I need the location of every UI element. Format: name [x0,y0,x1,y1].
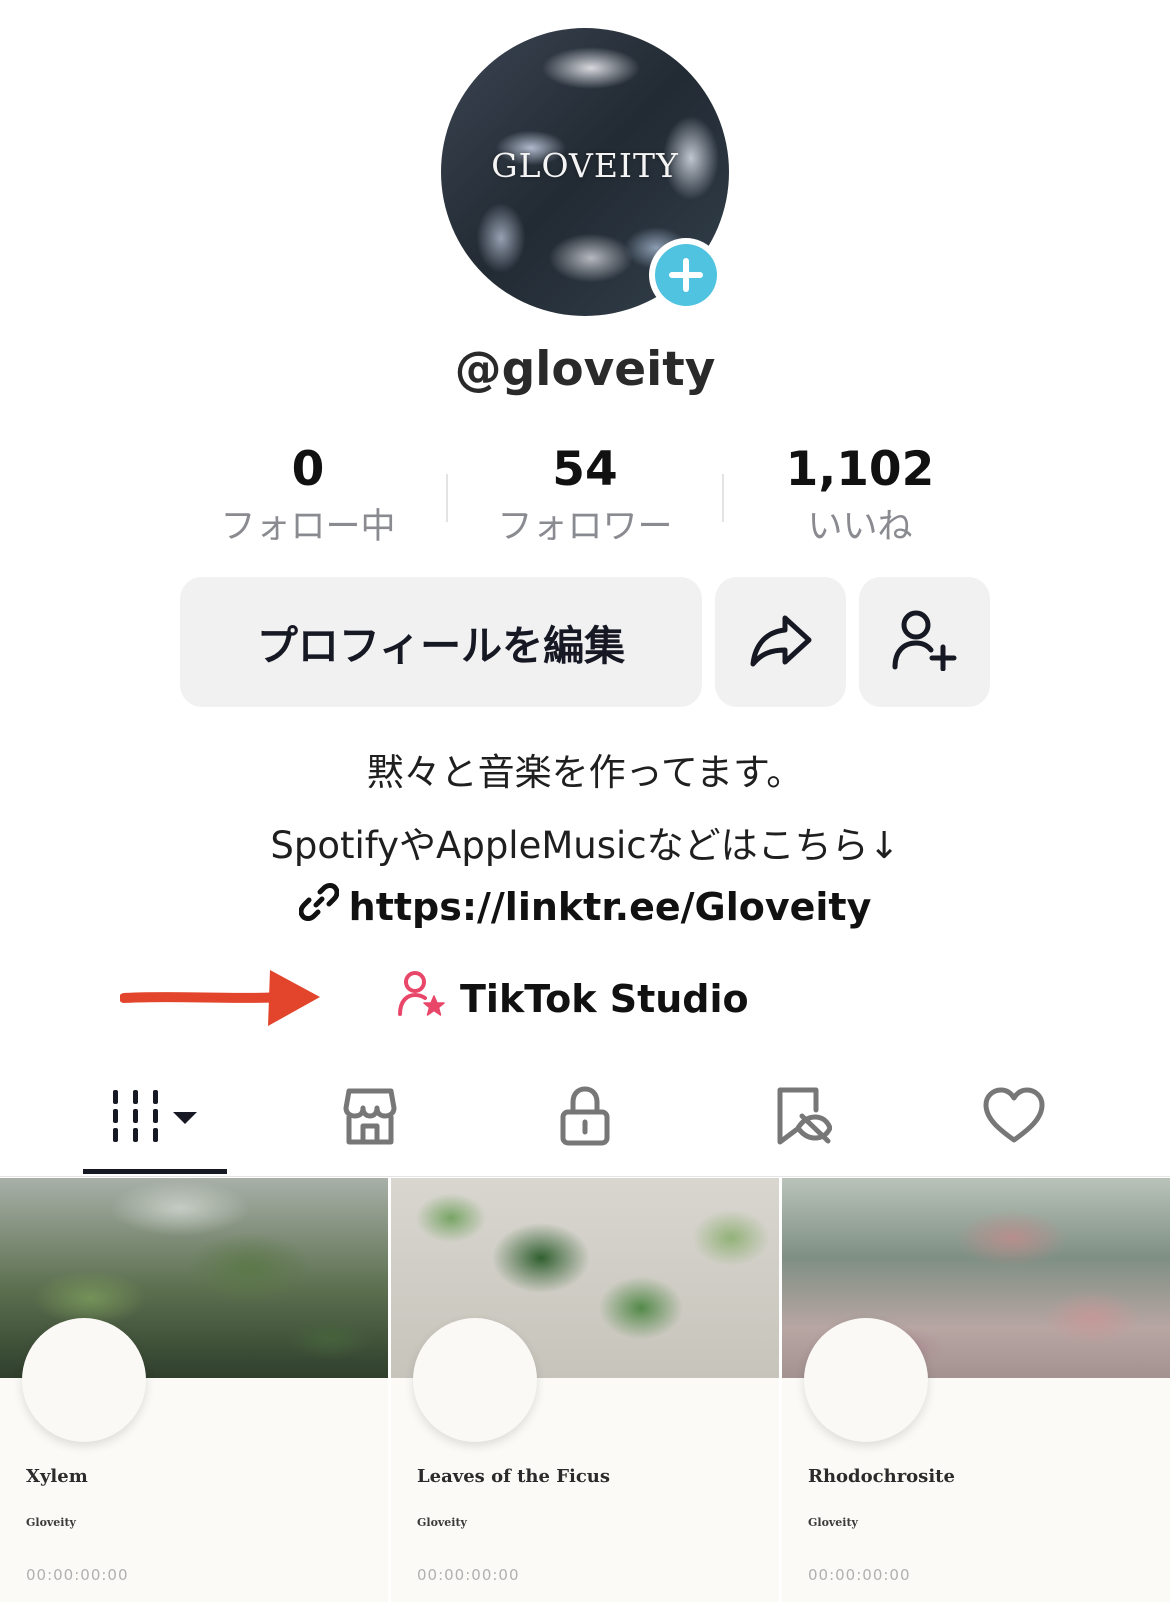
profile-tab-bar [0,1058,1170,1178]
followers-count: 54 [552,442,618,497]
video-title: Xylem [26,1466,88,1487]
heart-icon [982,1087,1046,1149]
followers-label: フォロワー [497,507,673,547]
following-count: 0 [291,442,325,497]
video-artist: Gloveity [417,1516,467,1529]
video-timecode: 00:00:00:00 [26,1566,129,1584]
video-thumbnail[interactable]: Rhodochrosite Gloveity 00:00:00:00 [782,1178,1170,1602]
tab-private[interactable] [515,1058,655,1178]
stat-following[interactable]: 0 フォロー中 [170,442,446,552]
tab-hidden-favorites[interactable] [732,1058,872,1178]
tiktok-studio-link[interactable]: TikTok Studio [398,970,749,1027]
creator-star-icon [398,970,446,1027]
likes-label: いいね [807,507,913,547]
avatar-logo-text: GLOVEITY [491,146,679,185]
grid-columns-icon [109,1088,201,1148]
tab-shop[interactable] [300,1058,440,1178]
tab-divider [0,1176,1170,1177]
add-friends-button[interactable] [859,577,990,707]
bio-link-text: https://linktr.ee/Gloveity [348,884,872,929]
link-icon [298,882,340,931]
active-tab-indicator [83,1169,227,1174]
record-disc [804,1318,928,1442]
tiktok-studio-label: TikTok Studio [460,976,749,1021]
video-timecode: 00:00:00:00 [808,1566,911,1584]
edit-profile-button[interactable]: プロフィールを編集 [180,577,702,707]
annotation-arrow-icon [119,962,325,1036]
edit-profile-label: プロフィールを編集 [256,622,626,670]
share-arrow-icon [749,612,813,672]
share-profile-button[interactable] [715,577,846,707]
tab-videos[interactable] [83,1058,227,1178]
stat-likes[interactable]: 1,102 いいね [722,442,998,552]
bookmark-hidden-icon [772,1086,833,1150]
plus-icon [655,244,717,306]
lock-icon [559,1086,611,1150]
tab-liked[interactable] [944,1058,1084,1178]
likes-count: 1,102 [785,442,935,497]
stat-followers[interactable]: 54 フォロワー [447,442,723,552]
video-thumbnail[interactable]: Leaves of the Ficus Gloveity 00:00:00:00 [391,1178,779,1602]
storefront-icon [340,1086,400,1150]
video-artist: Gloveity [26,1516,76,1529]
following-label: フォロー中 [220,507,396,547]
video-artist: Gloveity [808,1516,858,1529]
video-title: Leaves of the Ficus [417,1466,611,1487]
add-user-icon [892,609,958,675]
video-title: Rhodochrosite [808,1466,955,1487]
record-disc [413,1318,537,1442]
bio-line-1: 黙々と音楽を作ってます。 [366,751,804,794]
bio-link[interactable]: https://linktr.ee/Gloveity [0,882,1170,931]
record-disc [22,1318,146,1442]
video-thumbnail[interactable]: Xylem Gloveity 00:00:00:00 [0,1178,388,1602]
bio-line-2: SpotifyやAppleMusicなどはこちら↓ [270,824,900,867]
add-avatar-button[interactable] [649,238,723,312]
video-timecode: 00:00:00:00 [417,1566,520,1584]
username: @gloveity [454,342,716,397]
